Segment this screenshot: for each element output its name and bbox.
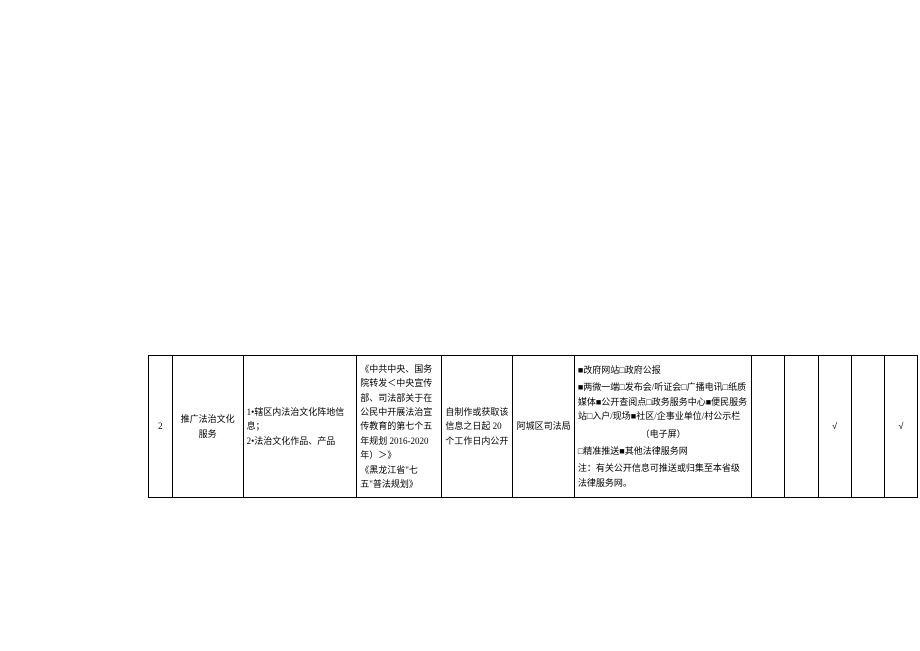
document-table: 2 推广法治文化 服务 1•辖区内法治文化阵地信息； 2•法治文化作品、产品 《…: [148, 355, 918, 498]
title-line1: 推广法治文化: [176, 412, 240, 426]
table-row: 2 推广法治文化 服务 1•辖区内法治文化阵地信息； 2•法治文化作品、产品 《…: [149, 356, 918, 498]
cell-time: 自制作或获取该信息之日起 20 个工作日内公开: [442, 356, 513, 498]
cell-channel: ■改府网站□政府公报 ■两微一端□发布会/听证会□广播电讯□纸质媒体■公开查阅点…: [574, 356, 751, 498]
subject-text: 阿城区司法局: [516, 419, 571, 433]
channel-line2: ■两微一端□发布会/听证会□广播电讯□纸质媒体■公开查阅点□政务服务中心■便民服…: [578, 380, 748, 423]
table: 2 推广法治文化 服务 1•辖区内法治文化阵地信息； 2•法治文化作品、产品 《…: [148, 355, 918, 498]
cell-col-a: [752, 356, 785, 498]
cell-content: 1•辖区内法治文化阵地信息； 2•法治文化作品、产品: [243, 356, 357, 498]
title-line2: 服务: [176, 427, 240, 441]
time-text: 自制作或获取该信息之日起 20 个工作日内公开: [445, 405, 509, 448]
channel-block: ■改府网站□政府公报 ■两微一端□发布会/听证会□广播电讯□纸质媒体■公开查阅点…: [578, 363, 748, 490]
channel-line4: □精准推送■其他法律服务网: [578, 444, 748, 458]
channel-line3: （电子屏）: [578, 427, 748, 441]
cell-title: 推广法治文化 服务: [172, 356, 243, 498]
channel-note: 注：有关公开信息可推送或归集至本省级法律服务网。: [578, 461, 748, 490]
cell-subject: 阿城区司法局: [513, 356, 575, 498]
cell-col-d: [851, 356, 884, 498]
channel-line1: ■改府网站□政府公报: [578, 363, 748, 377]
cell-col-c: √: [818, 356, 851, 498]
cell-col-b: [785, 356, 818, 498]
cell-num: 2: [149, 356, 173, 498]
basis-text: 《中共中央、国务院转发＜中央宣传部、司法部关于在公民中开展法治宣传教育的第七个五…: [360, 362, 438, 492]
content-text: 1•辖区内法治文化阵地信息； 2•法治文化作品、产品: [247, 405, 354, 448]
cell-col-e: √: [884, 356, 917, 498]
cell-basis: 《中共中央、国务院转发＜中央宣传部、司法部关于在公民中开展法治宣传教育的第七个五…: [357, 356, 442, 498]
